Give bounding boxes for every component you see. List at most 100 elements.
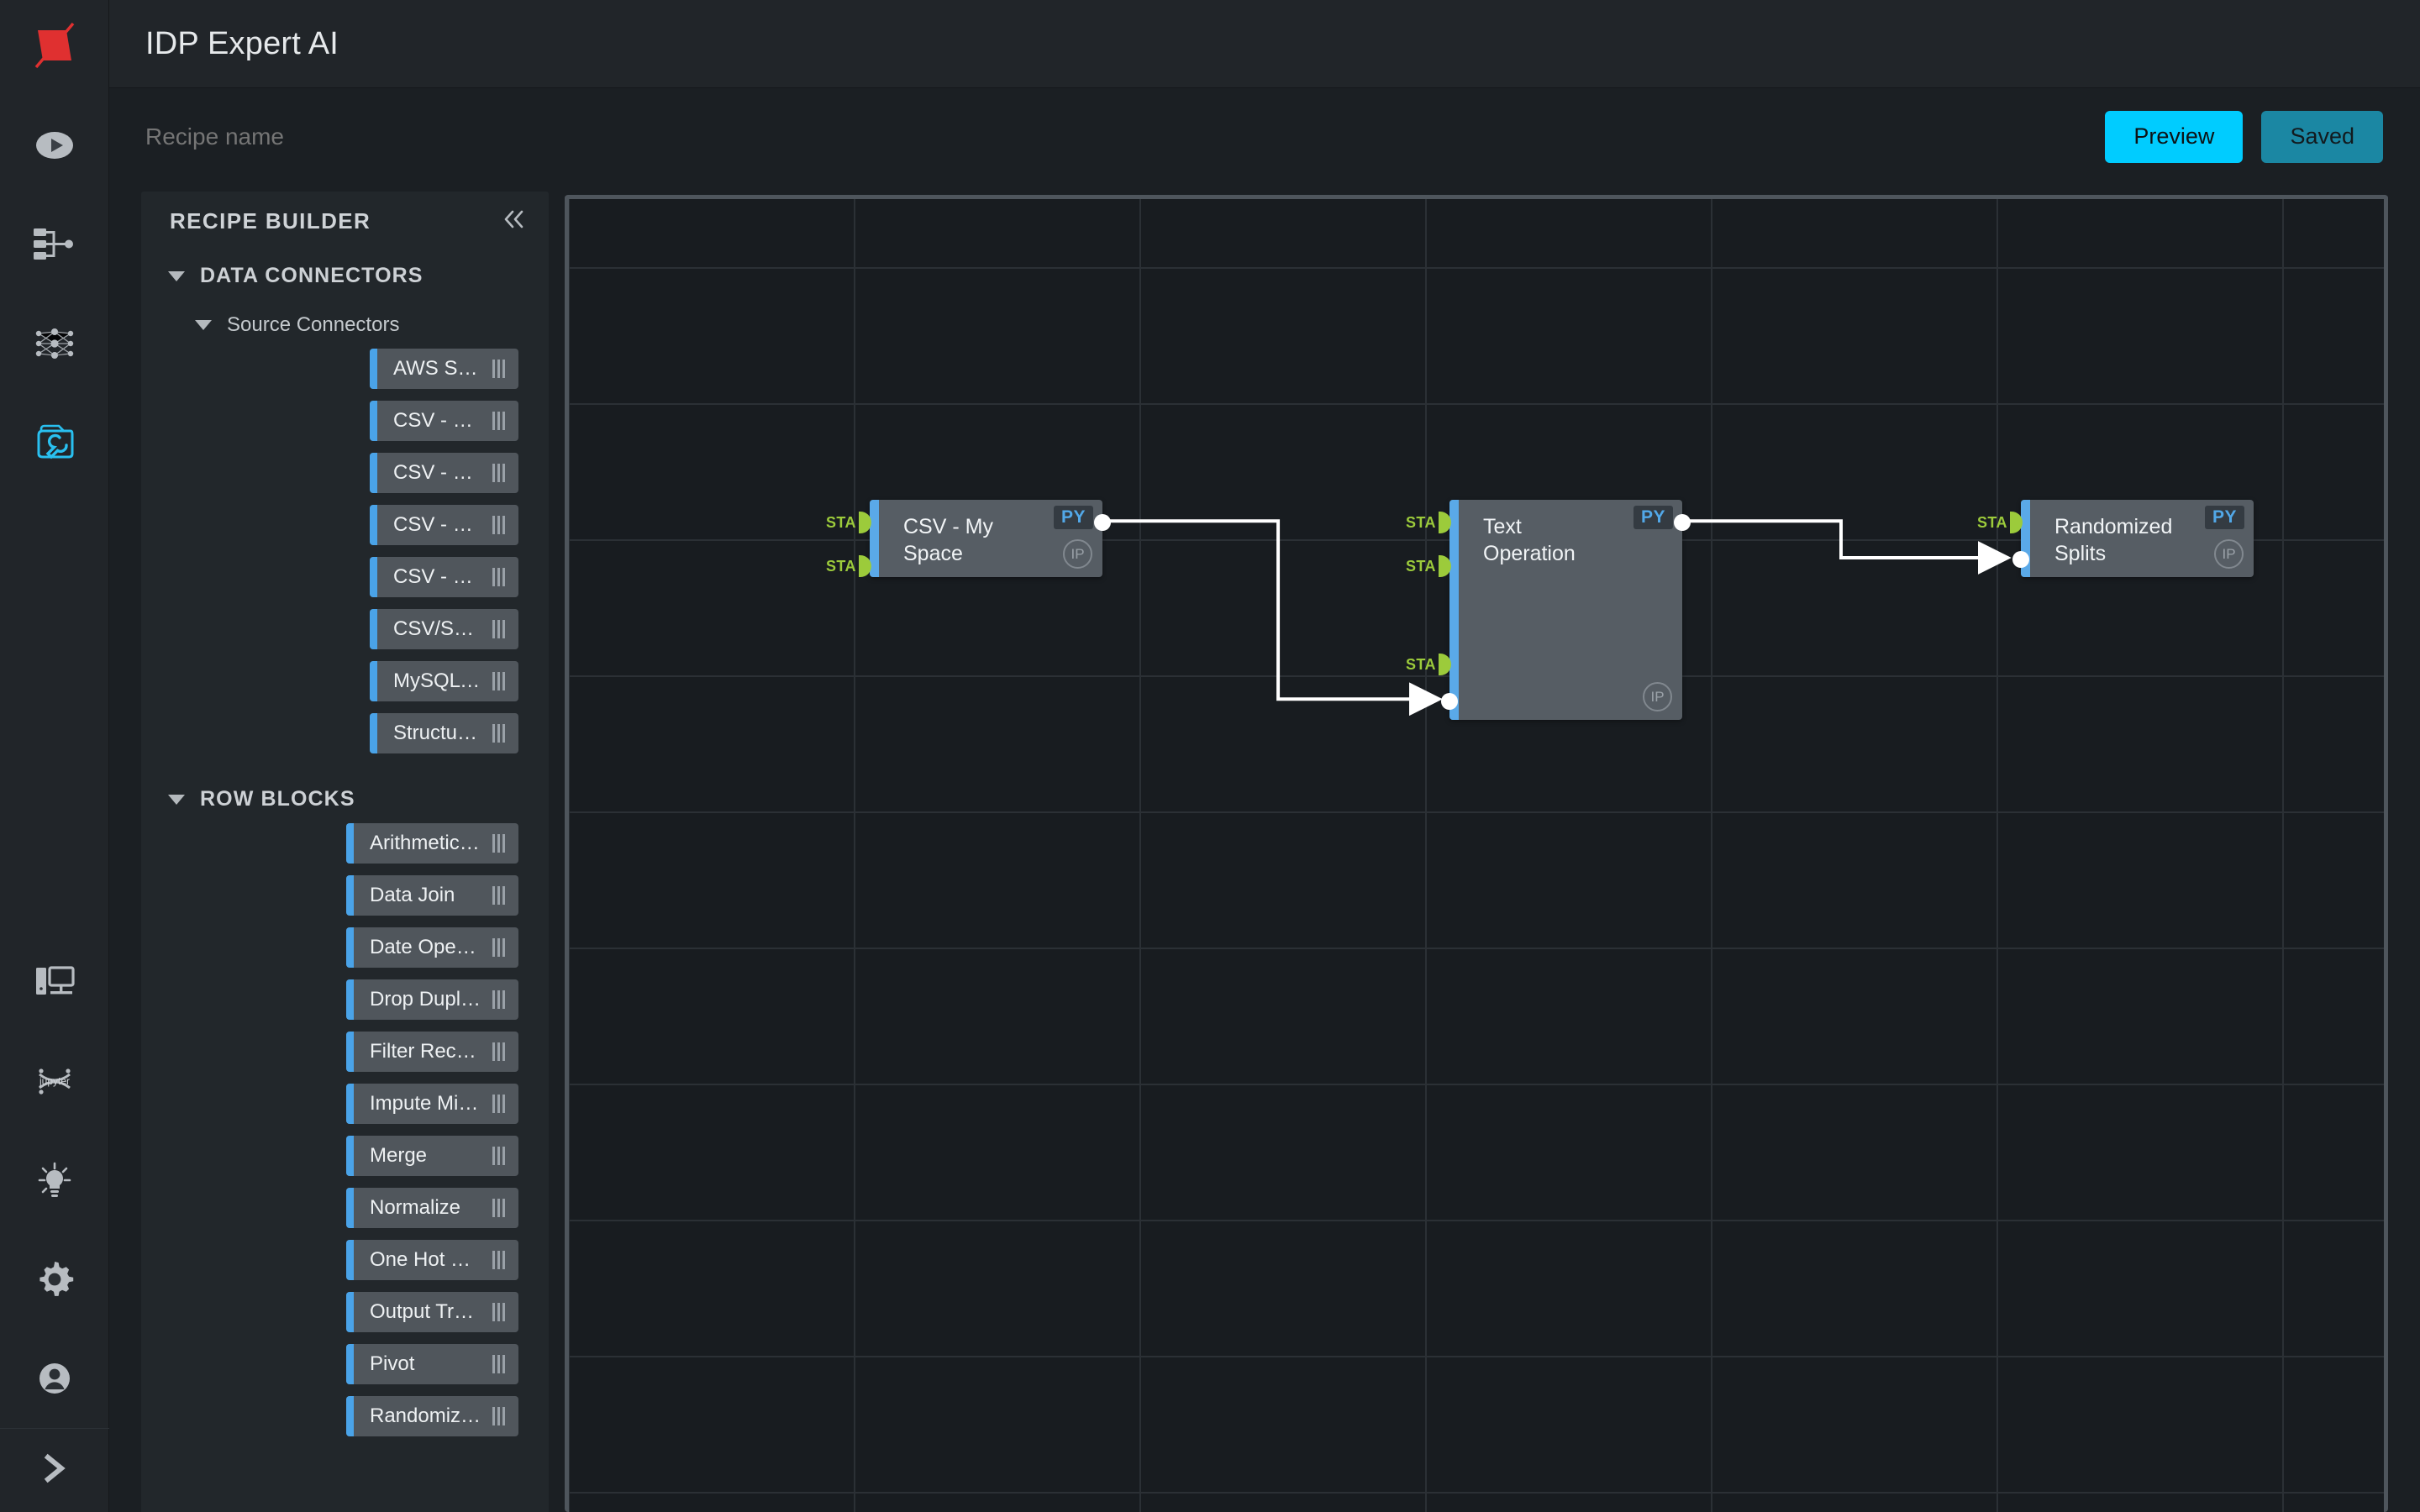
- drag-handle-icon[interactable]: [492, 1407, 505, 1425]
- drag-handle-icon[interactable]: [492, 1147, 505, 1165]
- rail-item-jupyter[interactable]: jupyter: [0, 1032, 109, 1131]
- block-item-normalize[interactable]: Normalize: [346, 1188, 518, 1228]
- block-label: Filter Records: [370, 1040, 492, 1063]
- node-ip-badge: IP: [2214, 539, 2244, 569]
- icon-rail: jupyter: [0, 0, 109, 1512]
- port-connector-icon[interactable]: [859, 512, 871, 533]
- block-item-csv-my-space[interactable]: CSV - My Space: [370, 505, 518, 545]
- rail-item-settings[interactable]: [0, 1230, 109, 1329]
- node-io-dot[interactable]: [1441, 693, 1458, 710]
- block-item-drop-duplicates[interactable]: Drop Duplicates: [346, 979, 518, 1020]
- subsection-header-source-connectors[interactable]: Source Connectors: [141, 300, 549, 349]
- saved-button[interactable]: Saved: [2261, 111, 2383, 163]
- section-header-row-blocks[interactable]: ROW BLOCKS: [141, 765, 549, 823]
- node-input-port[interactable]: STA: [826, 512, 871, 533]
- block-item-csv-dropbox[interactable]: CSV - Dropbox: [370, 401, 518, 441]
- block-label: CSV - Dropbox: [393, 409, 492, 433]
- drag-handle-icon[interactable]: [492, 990, 505, 1009]
- block-accent-bar: [370, 505, 377, 545]
- rail-item-run[interactable]: [0, 96, 109, 195]
- rail-item-account[interactable]: [0, 1329, 109, 1428]
- block-item-merge[interactable]: Merge: [346, 1136, 518, 1176]
- node-input-port[interactable]: STA: [826, 555, 871, 577]
- drag-handle-icon[interactable]: [492, 724, 505, 743]
- block-item-output-transformer[interactable]: Output Transformer: [346, 1292, 518, 1332]
- collapse-panel-button[interactable]: [500, 207, 529, 236]
- gear-icon: [35, 1260, 74, 1299]
- drag-handle-icon[interactable]: [492, 516, 505, 534]
- node-input-port[interactable]: STA: [1406, 654, 1451, 675]
- drag-handle-icon[interactable]: [492, 1251, 505, 1269]
- block-item-pivot[interactable]: Pivot: [346, 1344, 518, 1384]
- port-connector-icon[interactable]: [1439, 555, 1451, 577]
- node-io-dot[interactable]: [1094, 514, 1111, 531]
- block-item-impute-missing-values[interactable]: Impute Missing Values: [346, 1084, 518, 1124]
- chevron-right-icon: [38, 1449, 71, 1492]
- recipe-canvas[interactable]: CSV - My SpacePYIPSTASTA Text OperationPY…: [565, 195, 2388, 1512]
- rail-item-pipelines[interactable]: [0, 195, 109, 294]
- section-header-data-connectors[interactable]: DATA CONNECTORS: [141, 250, 549, 300]
- drag-handle-icon[interactable]: [492, 464, 505, 482]
- recipe-toolbar: Preview Saved: [109, 88, 2420, 185]
- node-title: CSV - My Space: [903, 513, 1037, 567]
- drag-handle-icon[interactable]: [492, 1303, 505, 1321]
- drag-handle-icon[interactable]: [492, 886, 505, 905]
- canvas-node-text-operation[interactable]: Text OperationPYIPSTASTASTA: [1449, 500, 1682, 720]
- block-item-aws-s3-reader[interactable]: AWS S3 Reader: [370, 349, 518, 389]
- drag-handle-icon[interactable]: [492, 938, 505, 957]
- preview-button[interactable]: Preview: [2105, 111, 2243, 163]
- block-item-data-join[interactable]: Data Join: [346, 875, 518, 916]
- page-title: IDP Expert AI: [145, 26, 339, 62]
- canvas-edge: [1108, 521, 1437, 699]
- node-io-dot[interactable]: [2012, 551, 2029, 568]
- canvas-node-csv-my-space[interactable]: CSV - My SpacePYIPSTASTA: [870, 500, 1102, 577]
- recipe-name-input[interactable]: [145, 123, 650, 150]
- drag-handle-icon[interactable]: [492, 1355, 505, 1373]
- node-io-dot[interactable]: [1674, 514, 1691, 531]
- node-ip-badge: IP: [1643, 682, 1672, 711]
- port-connector-icon[interactable]: [859, 555, 871, 577]
- rail-item-workstation[interactable]: [0, 932, 109, 1032]
- app-logo: [29, 20, 80, 71]
- block-accent-bar: [346, 1292, 354, 1332]
- block-accent-bar: [370, 609, 377, 649]
- port-connector-icon[interactable]: [1439, 654, 1451, 675]
- drag-handle-icon[interactable]: [492, 620, 505, 638]
- block-item-one-hot-encode[interactable]: One Hot Encode: [346, 1240, 518, 1280]
- drag-handle-icon[interactable]: [492, 1095, 505, 1113]
- block-accent-bar: [370, 713, 377, 753]
- block-item-randomized-splits[interactable]: Randomized Splits: [346, 1396, 518, 1436]
- chevron-double-left-icon: [500, 207, 529, 236]
- node-input-port[interactable]: STA: [1406, 555, 1451, 577]
- block-label: Structured Data Genera…: [393, 722, 492, 745]
- port-connector-icon[interactable]: [2010, 512, 2023, 533]
- block-item-csv-sheet-google-drive[interactable]: CSV/Sheet - Google Drive: [370, 609, 518, 649]
- block-label: CSV - HDFS: [393, 461, 492, 485]
- block-item-date-operation[interactable]: Date Operation: [346, 927, 518, 968]
- rail-item-insights[interactable]: [0, 1131, 109, 1230]
- drag-handle-icon[interactable]: [492, 412, 505, 430]
- drag-handle-icon[interactable]: [492, 568, 505, 586]
- block-item-mysql-reader[interactable]: MySQL Reader: [370, 661, 518, 701]
- block-label: CSV - My Space: [393, 513, 492, 537]
- node-input-port[interactable]: STA: [1406, 512, 1451, 533]
- rail-expand-button[interactable]: [0, 1428, 109, 1512]
- drag-handle-icon[interactable]: [492, 834, 505, 853]
- block-item-csv-community-space[interactable]: CSV - Community Space: [370, 557, 518, 597]
- rail-item-recipe-builder[interactable]: [0, 393, 109, 492]
- node-input-port[interactable]: STA: [1977, 512, 2023, 533]
- rail-item-models[interactable]: [0, 294, 109, 393]
- port-label: STA: [826, 514, 856, 532]
- drag-handle-icon[interactable]: [492, 360, 505, 378]
- drag-handle-icon[interactable]: [492, 1199, 505, 1217]
- block-item-arithmetic-operation[interactable]: Arithmetic Operation: [346, 823, 518, 864]
- canvas-node-randomized-splits[interactable]: Randomized SplitsPYIPSTA: [2021, 500, 2254, 577]
- block-item-filter-records[interactable]: Filter Records: [346, 1032, 518, 1072]
- port-connector-icon[interactable]: [1439, 512, 1451, 533]
- block-label: Randomized Splits: [370, 1404, 492, 1428]
- block-item-csv-hdfs[interactable]: CSV - HDFS: [370, 453, 518, 493]
- drag-handle-icon[interactable]: [492, 1042, 505, 1061]
- drag-handle-icon[interactable]: [492, 672, 505, 690]
- block-label: Merge: [370, 1144, 492, 1168]
- block-item-structured-data-generator[interactable]: Structured Data Genera…: [370, 713, 518, 753]
